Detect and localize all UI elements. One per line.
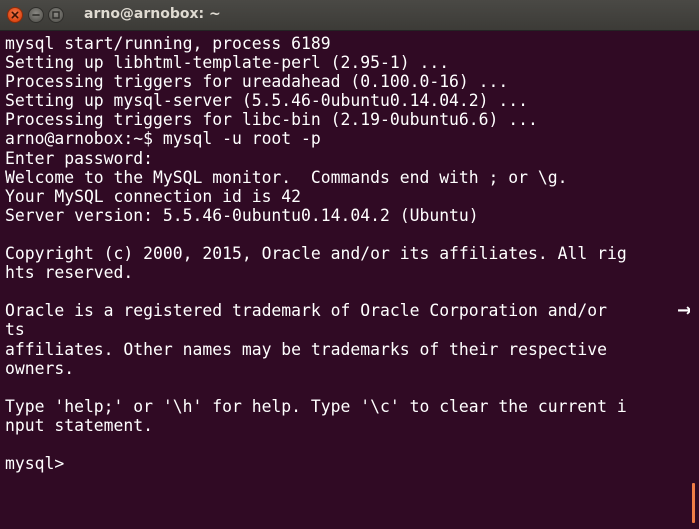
terminal-line: Processing triggers for ureadahead (0.10…	[5, 72, 509, 92]
mysql-prompt[interactable]: mysql>	[5, 454, 690, 473]
terminal-line: Processing triggers for libc-bin (2.19-0…	[5, 110, 538, 130]
terminal-line: Your MySQL connection id is 42	[5, 186, 302, 206]
terminal-line: nput statement.	[5, 415, 154, 435]
terminal-line: Oracle is a registered trademark of Orac…	[5, 301, 617, 321]
window-title: arno@arnobox: ~	[84, 6, 221, 22]
maximize-icon	[52, 11, 60, 19]
scrollbar[interactable]	[690, 31, 699, 529]
terminal-line: Welcome to the MySQL monitor. Commands e…	[5, 167, 568, 187]
close-button[interactable]	[7, 7, 23, 23]
title-bar[interactable]: arno@arnobox: ~	[0, 0, 699, 31]
terminal-line: affiliates. Other names may be trademark…	[5, 339, 607, 359]
terminal-line: hts reserved.	[5, 263, 134, 283]
terminal-line: arno@arnobox:~$ mysql -u root -p	[5, 129, 321, 149]
maximize-button[interactable]	[48, 7, 64, 23]
terminal-window: arno@arnobox: ~ mysql start/running, pro…	[0, 0, 699, 529]
minimize-icon	[32, 14, 40, 16]
scrollbar-thumb[interactable]	[692, 483, 695, 523]
terminal-line: Setting up libhtml-template-perl (2.95-1…	[5, 53, 450, 73]
minimize-button[interactable]	[28, 7, 44, 23]
terminal-line: owners.	[5, 358, 75, 378]
terminal-line: Copyright (c) 2000, 2015, Oracle and/or …	[5, 244, 627, 264]
terminal-line: Enter password:	[5, 148, 154, 168]
terminal-line: ts	[5, 320, 25, 340]
close-icon	[11, 11, 19, 19]
terminal-line: mysql start/running, process 6189	[5, 34, 331, 53]
terminal-line: Server version: 5.5.46-0ubuntu0.14.04.2 …	[5, 205, 479, 225]
terminal-output[interactable]: mysql start/running, process 6189 Settin…	[0, 31, 690, 529]
terminal-line: Type 'help;' or '\h' for help. Type '\c'…	[5, 396, 627, 416]
terminal-line: Setting up mysql-server (5.5.46-0ubuntu0…	[5, 91, 529, 111]
